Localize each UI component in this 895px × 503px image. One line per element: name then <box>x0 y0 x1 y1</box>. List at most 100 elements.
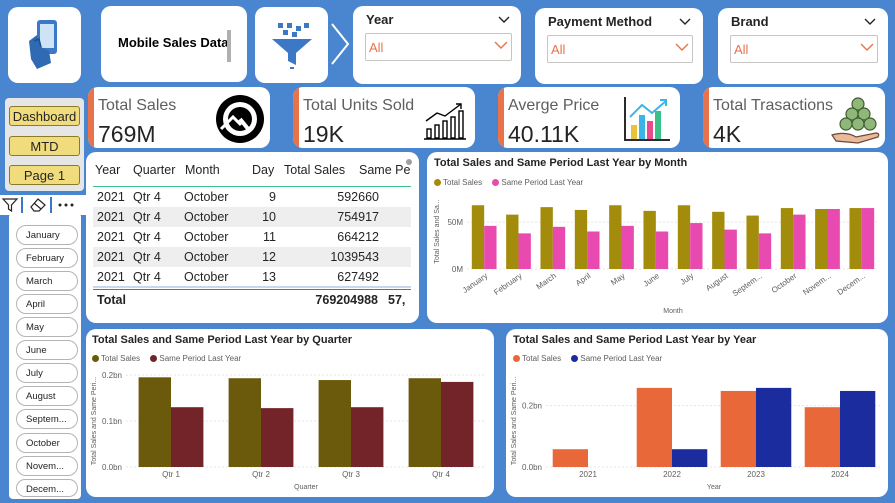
payment-method-dropdown[interactable]: All <box>547 35 693 63</box>
cell-total-sales: 627492 <box>337 270 379 284</box>
bar <box>793 214 806 269</box>
cell-year: 2021 <box>97 230 125 244</box>
chevron-down-icon <box>494 41 508 49</box>
month-button[interactable]: June <box>16 340 78 360</box>
table-row[interactable]: 2021 Qtr 4 October 10 754917 <box>93 207 411 227</box>
quarter-chart-card: Total Sales and Same Period Last Year by… <box>86 329 494 497</box>
month-button[interactable]: March <box>16 271 78 291</box>
year-slicer-label: Year <box>366 12 394 27</box>
page1-nav-button[interactable]: Page 1 <box>9 165 80 185</box>
filter-icon[interactable] <box>2 198 18 212</box>
visual-header-toolbar <box>0 195 86 215</box>
bar <box>720 390 756 467</box>
sales-table: Year Quarter Month Day Total Sales Same … <box>86 152 419 323</box>
table-header-quarter[interactable]: Quarter <box>133 163 175 177</box>
bar <box>677 205 691 269</box>
kpi-accent <box>293 87 299 148</box>
title-scrollbar[interactable] <box>227 30 231 62</box>
x-tick-label: Qtr 1 <box>162 470 180 479</box>
month-button[interactable]: April <box>16 294 78 314</box>
quarter-bar-chart: 0.0bn 0.1bn 0.2bn Qtr 1 Qtr 2 Qtr 3 Qtr 4 Quart… <box>91 371 486 491</box>
year-dropdown[interactable]: All <box>365 33 512 61</box>
month-button[interactable]: Decem... <box>16 479 78 497</box>
x-tick-label: 2023 <box>747 470 765 479</box>
bar <box>471 205 485 269</box>
month-button[interactable]: January <box>16 225 78 245</box>
bar <box>746 215 759 269</box>
bar <box>804 407 840 467</box>
table-header-total-sales[interactable]: Total Sales <box>284 163 345 177</box>
bar <box>318 380 351 467</box>
month-button[interactable]: July <box>16 363 78 383</box>
table-row[interactable]: 2021 Qtr 4 October 11 664212 <box>93 227 411 247</box>
table-header-day[interactable]: Day <box>252 163 274 177</box>
cell-month: October <box>184 250 229 264</box>
table-header-year[interactable]: Year <box>95 163 120 177</box>
cell-month: October <box>184 230 229 244</box>
y-tick-label: 0.1bn <box>102 417 122 426</box>
payment-method-slicer[interactable]: Payment Method All <box>535 8 703 84</box>
table-row[interactable]: 2021 Qtr 4 October 9 592660 <box>93 187 411 207</box>
bar <box>849 208 862 269</box>
x-tick-label: October <box>770 271 799 295</box>
month-button[interactable]: Septem... <box>16 409 78 429</box>
month-button[interactable]: October <box>16 433 78 453</box>
cell-day: 13 <box>262 270 276 284</box>
cell-year: 2021 <box>97 210 125 224</box>
year-slicer[interactable]: Year All <box>353 6 521 84</box>
eraser-icon[interactable] <box>29 197 47 212</box>
x-axis-label: Quarter <box>294 484 318 491</box>
phone-hand-icon <box>28 20 57 69</box>
kpi-title: Total Sales <box>98 97 177 114</box>
chevron-up-icon[interactable] <box>864 18 876 26</box>
brand-dropdown[interactable]: All <box>730 35 878 63</box>
payment-method-value: All <box>551 42 566 57</box>
bar <box>672 449 708 467</box>
table-row[interactable]: 2021 Qtr 4 October 12 1039543 <box>93 247 411 267</box>
bar <box>690 223 703 269</box>
bar <box>587 231 600 269</box>
more-options-icon[interactable] <box>58 203 74 207</box>
month-button[interactable]: August <box>16 386 78 406</box>
kpi-value: 19K <box>303 121 344 147</box>
x-tick-label: Decem... <box>836 271 867 297</box>
x-tick-label: Septem... <box>731 271 764 298</box>
brand-slicer[interactable]: Brand All <box>718 8 888 84</box>
bar <box>780 208 794 269</box>
x-tick-label: Qtr 3 <box>342 470 360 479</box>
chevron-down-icon <box>860 43 874 51</box>
bar <box>408 378 441 467</box>
x-tick-label: Qtr 2 <box>252 470 270 479</box>
month-bar-chart: 0M 50M January February March April May June Jul… <box>434 199 879 315</box>
filter-tile[interactable] <box>255 7 328 83</box>
toolbar-divider <box>50 197 52 213</box>
month-button[interactable]: May <box>16 317 78 337</box>
table-h-scrollbar[interactable] <box>93 286 411 288</box>
cell-day: 11 <box>263 230 276 244</box>
table-header-month[interactable]: Month <box>185 163 220 177</box>
kpi-value: 40.11K <box>508 121 580 147</box>
x-tick-label: February <box>492 271 523 297</box>
table-header-same-period[interactable]: Same Pe <box>359 163 410 177</box>
cell-total-sales: 1039543 <box>330 250 379 264</box>
total-divider <box>93 289 411 290</box>
y-tick-label: 0.0bn <box>102 463 122 472</box>
cell-total-sales: 664212 <box>337 230 379 244</box>
chevron-up-icon[interactable] <box>679 18 691 26</box>
kpi-average-price: Averge Price 40.11K <box>498 87 680 148</box>
table-row[interactable]: 2021 Qtr 4 October 13 627492 <box>93 267 411 287</box>
kpi-title: Total Trasactions <box>713 97 834 114</box>
chevron-down-icon <box>675 43 689 51</box>
x-tick-label: March <box>535 271 558 291</box>
chevron-up-icon[interactable] <box>498 16 510 24</box>
x-axis-label: Year <box>707 484 722 491</box>
month-button[interactable]: Novem... <box>16 456 78 476</box>
mtd-nav-button[interactable]: MTD <box>9 136 80 156</box>
month-chart-card: Total Sales and Same Period Last Year by… <box>427 152 888 323</box>
bar <box>138 377 171 467</box>
brand-dropdown-value: All <box>734 42 749 57</box>
dashboard-nav-button[interactable]: Dashboard <box>9 106 80 126</box>
table-scroll-handle[interactable] <box>406 159 412 165</box>
month-button[interactable]: February <box>16 248 78 268</box>
kpi-value: 4K <box>713 121 742 147</box>
